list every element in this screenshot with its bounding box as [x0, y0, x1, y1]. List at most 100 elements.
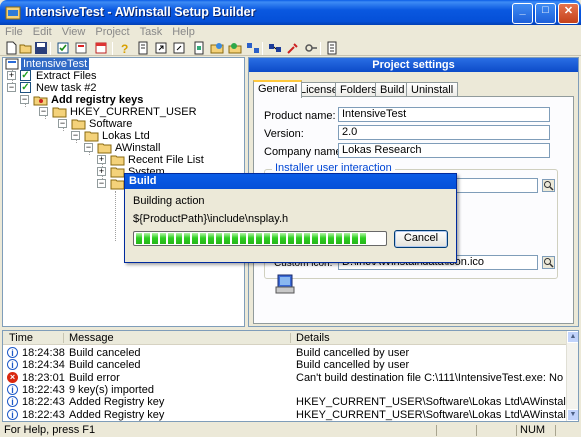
menu-file[interactable]: File [0, 25, 28, 39]
column-details[interactable]: Details [296, 332, 330, 344]
company-name-field[interactable]: Lokas Research [338, 143, 550, 158]
tree-item-software[interactable]: − Software [58, 118, 134, 130]
scroll-down-icon[interactable]: ▼ [567, 409, 578, 421]
settings-icon[interactable] [228, 41, 242, 55]
menu-project[interactable]: Project [90, 25, 134, 39]
minimize-button[interactable]: _ [512, 3, 533, 24]
tools-icon[interactable] [286, 41, 300, 55]
progress-block [272, 233, 278, 244]
menu-edit[interactable]: Edit [28, 25, 57, 39]
toolbar-separator [50, 42, 51, 55]
collapse-icon[interactable]: − [7, 83, 16, 92]
log-details: Build cancelled by user [296, 359, 410, 372]
maximize-button[interactable]: □ [535, 3, 556, 24]
progress-block [248, 233, 254, 244]
menu-task[interactable]: Task [135, 25, 168, 39]
cancel-button[interactable]: Cancel [394, 230, 448, 248]
log-row[interactable]: × 18:23:01 Build error Can't build destinat… [3, 371, 578, 384]
toolbar-separator [262, 42, 263, 55]
expand-icon[interactable]: + [97, 155, 106, 164]
menu-help[interactable]: Help [167, 25, 200, 39]
scroll-up-icon[interactable]: ▲ [567, 331, 578, 343]
progress-block [144, 233, 150, 244]
progress-block [312, 233, 318, 244]
folder-open-icon [97, 143, 112, 154]
document-icon[interactable] [136, 41, 150, 55]
column-separator[interactable] [290, 333, 291, 343]
tree-item-add-registry-keys[interactable]: − Add registry keys [20, 94, 145, 106]
log-row[interactable]: i 18:24:38 Build canceled Build cancelled b… [3, 347, 568, 359]
collapse-icon[interactable]: − [84, 143, 93, 152]
new-icon[interactable] [4, 41, 18, 55]
log-icon[interactable] [325, 41, 339, 55]
log-row[interactable]: i 18:22:43 Added Registry key HKEY_CURRENT_… [3, 408, 578, 421]
export-icon[interactable] [172, 41, 186, 55]
registry-icon[interactable] [74, 41, 88, 55]
progress-block [208, 233, 214, 244]
toolbar: ? [0, 41, 581, 56]
checkbox-checked-icon[interactable]: ✓ [20, 82, 31, 93]
build-action-label: Building action [133, 195, 205, 207]
tab-build[interactable]: Build [375, 82, 410, 97]
help-icon[interactable]: ? [118, 41, 132, 55]
browse-icon-button[interactable] [542, 256, 555, 269]
file-icon[interactable] [192, 41, 206, 55]
log-row[interactable]: i 18:24:34 Build canceled Build cancelled b… [3, 359, 568, 371]
info-icon: i [7, 408, 18, 420]
tree-item-awinstall[interactable]: − AWinstall [84, 142, 162, 154]
close-button[interactable]: ✕ [558, 3, 579, 24]
info-icon: i [7, 347, 18, 358]
tree-item-extract-files[interactable]: + ✓ Extract Files [7, 70, 99, 82]
status-help-text: For Help, press F1 [4, 424, 96, 436]
log-row[interactable]: i 18:22:43 Added Registry key HKEY_CURRENT_… [3, 396, 578, 408]
tab-general[interactable]: General [253, 80, 303, 98]
status-cell [555, 425, 579, 436]
search-icon [544, 181, 554, 191]
column-message[interactable]: Message [69, 332, 114, 344]
menu-view[interactable]: View [57, 25, 91, 39]
log-scrollbar[interactable]: ▲ ▼ [566, 331, 578, 421]
progress-block [296, 233, 302, 244]
calendar-icon[interactable] [94, 41, 108, 55]
log-details: HKEY_CURRENT_USER\Software\Lokas Ltd\AWi… [296, 396, 578, 409]
key-icon[interactable] [304, 41, 318, 55]
collapse-icon[interactable]: − [39, 107, 48, 116]
open-icon[interactable] [19, 41, 33, 55]
log-time: 18:23:01 [22, 371, 65, 384]
info-icon: i [7, 383, 18, 395]
tree-item-hkcu[interactable]: − HKEY_CURRENT_USER [39, 106, 199, 118]
check-icon[interactable] [56, 41, 70, 55]
properties-icon[interactable] [210, 41, 224, 55]
tree-label: Extract Files [36, 70, 97, 82]
version-field[interactable]: 2.0 [338, 125, 550, 140]
tree-item-root[interactable]: IntensiveTest [5, 58, 90, 70]
save-icon[interactable] [34, 41, 48, 55]
output-log[interactable]: Time Message Details i 18:24:38 Build canc… [2, 330, 579, 422]
network-icon[interactable] [246, 41, 260, 55]
progress-block [152, 233, 158, 244]
tree-item-lokas[interactable]: − Lokas Ltd [71, 130, 152, 142]
build-progress-fill [136, 233, 384, 244]
window-title: IntensiveTest - AWinstall Setup Builder [25, 5, 256, 19]
collapse-icon[interactable]: − [71, 131, 80, 140]
checkbox-checked-icon[interactable]: ✓ [20, 70, 31, 81]
tab-uninstall[interactable]: Uninstall [406, 82, 459, 97]
tree-item-recent-file-list[interactable]: + Recent File List [97, 154, 206, 166]
collapse-icon[interactable]: − [20, 95, 29, 104]
collapse-icon[interactable]: − [58, 119, 67, 128]
build-dialog: Build Building action ${ProductPath}\inc… [124, 173, 457, 263]
log-row[interactable]: i 18:22:43 9 key(s) imported [3, 383, 568, 396]
expand-icon[interactable]: + [97, 167, 106, 176]
collapse-icon[interactable]: − [97, 179, 106, 188]
tree-item-new-task[interactable]: − ✓ New task #2 [7, 82, 99, 94]
browse-button[interactable] [542, 179, 555, 192]
product-name-field[interactable]: IntensiveTest [338, 107, 550, 122]
folder-icon [110, 155, 125, 166]
shortcut-icon[interactable] [154, 41, 168, 55]
tree-label: AWinstall [115, 142, 161, 154]
connect-icon[interactable] [268, 41, 282, 55]
folder-open-icon [52, 107, 67, 118]
expand-icon[interactable]: + [7, 71, 16, 80]
column-time[interactable]: Time [9, 332, 33, 344]
column-separator[interactable] [63, 333, 64, 343]
